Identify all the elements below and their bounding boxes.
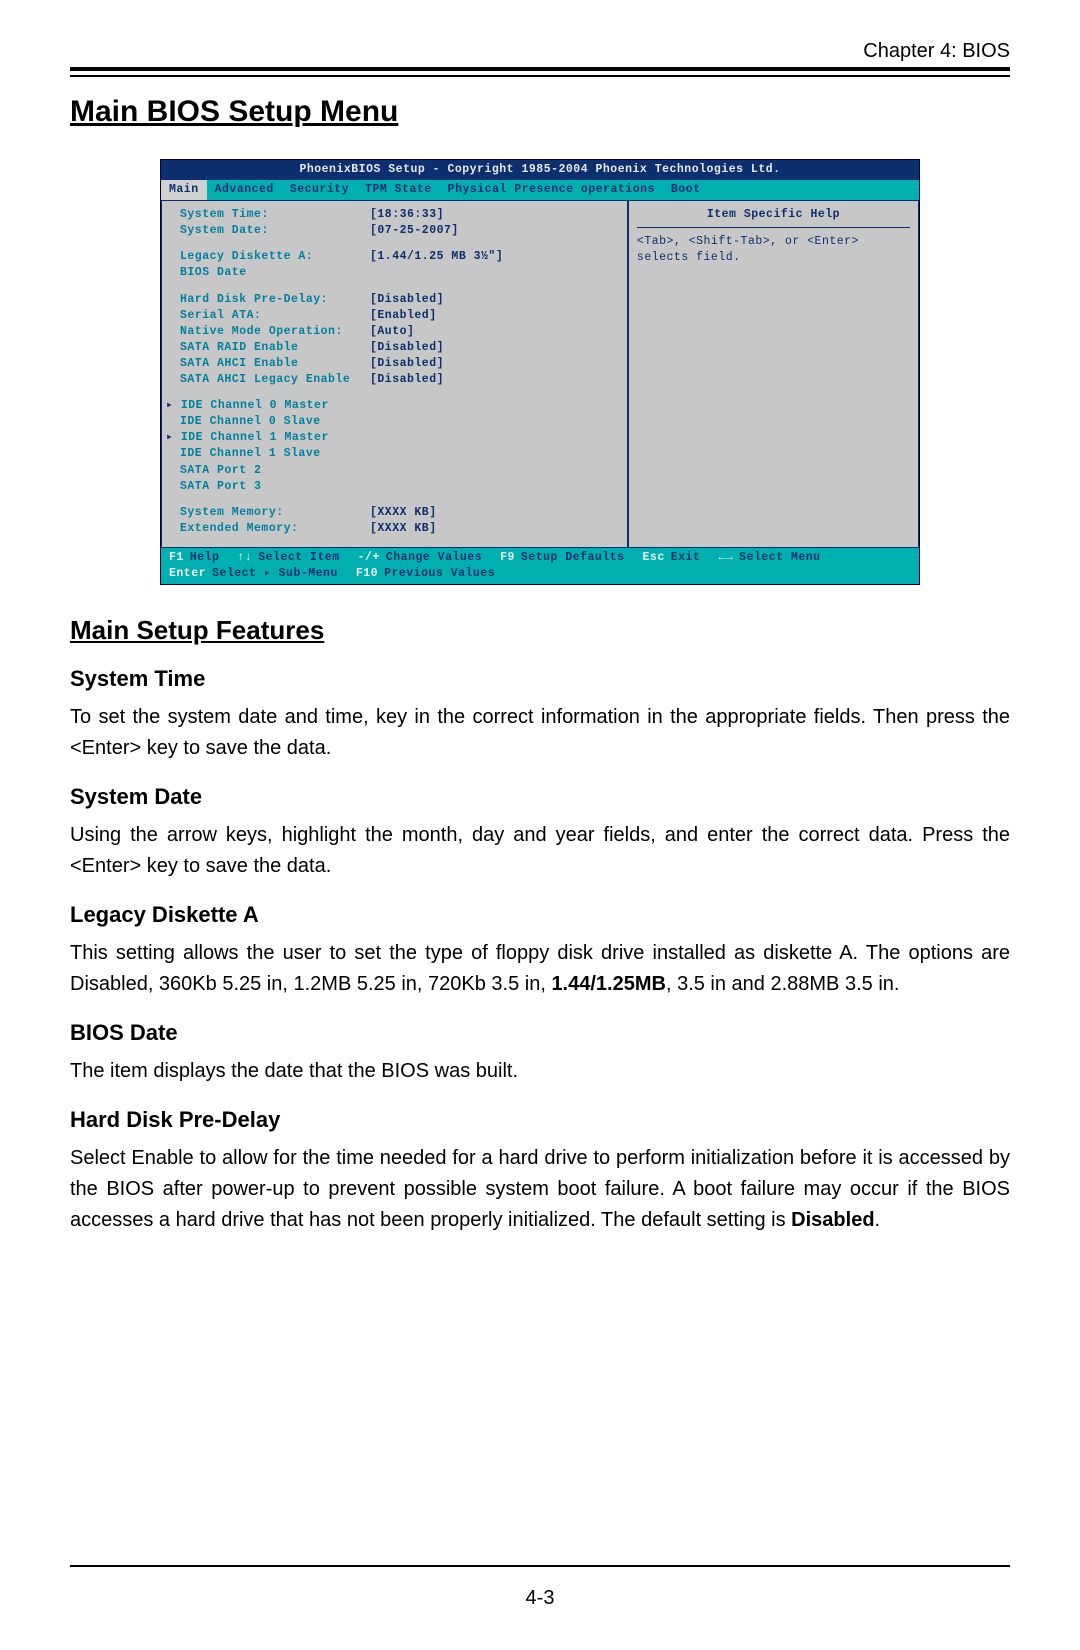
bios-field-value[interactable]: [1.44/1.25 MB 3½"]: [370, 249, 503, 265]
bios-screenshot: PhoenixBIOS Setup - Copyright 1985-2004 …: [160, 159, 920, 585]
bios-field-label: System Memory:: [180, 505, 370, 521]
bios-field-value[interactable]: [18:36:33]: [370, 207, 444, 223]
bios-field-label: SATA AHCI Enable: [180, 356, 370, 372]
bios-footer-hint: F9Setup Defaults: [500, 550, 624, 566]
page-title: Main BIOS Setup Menu: [70, 95, 1010, 129]
features-section: System Time To set the system date and ti…: [70, 666, 1010, 1236]
bios-footer-hint: ←→Select Menu: [718, 550, 820, 566]
bios-field-label: SATA RAID Enable: [180, 340, 370, 356]
feature-body: Using the arrow keys, highlight the mont…: [70, 820, 1010, 882]
bios-field-label: Native Mode Operation:: [180, 324, 370, 340]
bios-help-panel: Item Specific Help <Tab>, <Shift-Tab>, o…: [628, 200, 919, 548]
feature-title: BIOS Date: [70, 1020, 1010, 1046]
feature-title: System Date: [70, 784, 1010, 810]
page-footer: 4-3: [70, 1565, 1010, 1610]
bios-footer-hint: F10Previous Values: [356, 566, 495, 582]
features-heading: Main Setup Features: [70, 615, 1010, 646]
bios-footer-hint: ↑↓Select Item: [237, 550, 339, 566]
feature-title: Hard Disk Pre-Delay: [70, 1107, 1010, 1133]
bios-submenu-item[interactable]: SATA Port 3: [180, 479, 617, 495]
bios-submenu-item[interactable]: SATA Port 2: [180, 463, 617, 479]
feature-body: To set the system date and time, key in …: [70, 702, 1010, 764]
bios-tabs: MainAdvancedSecurityTPM StatePhysical Pr…: [161, 180, 919, 200]
bios-field-value[interactable]: [07-25-2007]: [370, 223, 459, 239]
bios-footer-hint: EnterSelect ▸ Sub-Menu: [169, 566, 338, 582]
bios-field-label: Legacy Diskette A:: [180, 249, 370, 265]
bios-footer-hint: EscExit: [643, 550, 701, 566]
bios-field-value[interactable]: [XXXX KB]: [370, 505, 437, 521]
bios-help-title: Item Specific Help: [637, 207, 910, 228]
bios-field-label: System Time:: [180, 207, 370, 223]
bios-help-text: <Tab>, <Shift-Tab>, or <Enter> selects f…: [637, 234, 910, 266]
bios-tab[interactable]: Boot: [663, 180, 709, 200]
bios-field-value[interactable]: [XXXX KB]: [370, 521, 437, 537]
bios-field-value[interactable]: [Disabled]: [370, 372, 444, 388]
bios-field-label: System Date:: [180, 223, 370, 239]
feature-body: This setting allows the user to set the …: [70, 938, 1010, 1000]
bios-footer-hint: -/+Change Values: [358, 550, 482, 566]
bios-submenu-item[interactable]: IDE Channel 1 Master: [180, 430, 617, 446]
bios-field-value[interactable]: [Disabled]: [370, 340, 444, 356]
bios-field-label: Extended Memory:: [180, 521, 370, 537]
header-rule: [70, 67, 1010, 77]
bios-field-value[interactable]: [Disabled]: [370, 292, 444, 308]
bios-field-label: SATA AHCI Legacy Enable: [180, 372, 370, 388]
bios-field-label: Hard Disk Pre-Delay:: [180, 292, 370, 308]
bios-tab[interactable]: Main: [161, 180, 207, 200]
page-number: 4-3: [526, 1587, 555, 1609]
bios-field-value[interactable]: [Disabled]: [370, 356, 444, 372]
feature-title: Legacy Diskette A: [70, 902, 1010, 928]
bios-main-panel: System Time:[18:36:33]System Date:[07-25…: [161, 200, 628, 548]
bios-submenu-item[interactable]: IDE Channel 0 Slave: [180, 414, 617, 430]
bios-field-label: BIOS Date: [180, 265, 370, 281]
bios-setup-title: PhoenixBIOS Setup - Copyright 1985-2004 …: [161, 160, 919, 180]
bios-field-value[interactable]: [Enabled]: [370, 308, 437, 324]
bios-field-label: Serial ATA:: [180, 308, 370, 324]
bios-tab[interactable]: Security: [282, 180, 357, 200]
chapter-header: Chapter 4: BIOS: [70, 40, 1010, 63]
bios-tab[interactable]: TPM State: [357, 180, 440, 200]
bios-submenu-item[interactable]: IDE Channel 0 Master: [180, 398, 617, 414]
feature-title: System Time: [70, 666, 1010, 692]
feature-body: Select Enable to allow for the time need…: [70, 1143, 1010, 1236]
bios-footer: F1Help ↑↓Select Item -/+Change Values F9Set…: [161, 548, 919, 584]
bios-tab[interactable]: Advanced: [207, 180, 282, 200]
feature-body: The item displays the date that the BIOS…: [70, 1056, 1010, 1087]
bios-tab[interactable]: Physical Presence operations: [440, 180, 663, 200]
bios-field-value[interactable]: [Auto]: [370, 324, 414, 340]
bios-submenu-item[interactable]: IDE Channel 1 Slave: [180, 446, 617, 462]
bios-footer-hint: F1Help: [169, 550, 219, 566]
